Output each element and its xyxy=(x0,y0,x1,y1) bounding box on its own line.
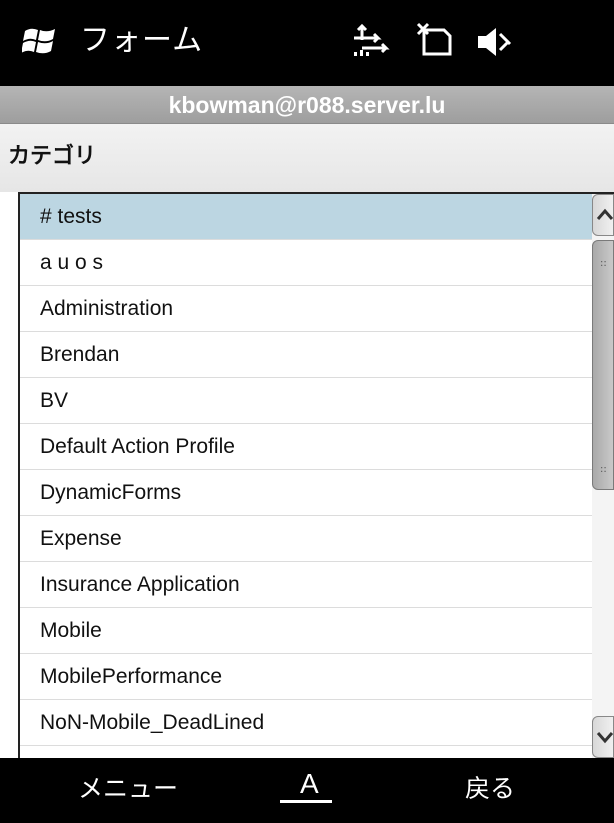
input-panel-button[interactable]: A xyxy=(276,766,336,810)
list-item[interactable]: Mobile xyxy=(20,608,594,654)
account-bar: kbowman@r088.server.lu xyxy=(0,86,614,124)
account-email: kbowman@r088.server.lu xyxy=(168,92,446,118)
list-item[interactable]: Expense xyxy=(20,516,594,562)
sip-underline xyxy=(280,800,332,803)
list-item[interactable]: Insurance Application xyxy=(20,562,594,608)
list-item[interactable]: Administration xyxy=(20,286,594,332)
speaker-muted-icon xyxy=(478,28,512,56)
menu-softkey[interactable]: メニュー xyxy=(78,772,178,806)
list-item[interactable]: MobilePerformance xyxy=(20,654,594,700)
category-list[interactable]: # tests a u o s Administration Brendan B… xyxy=(18,192,614,758)
page-title: カテゴリ xyxy=(8,144,97,169)
scroll-up-button[interactable] xyxy=(592,194,614,236)
title-bar: フォーム xyxy=(0,0,614,86)
list-item[interactable]: # tests xyxy=(20,194,594,240)
no-sim-icon xyxy=(416,22,452,56)
grip-icon: :: xyxy=(600,258,607,269)
connectivity-arrows-icon xyxy=(354,23,390,56)
keyboard-icon: A xyxy=(300,768,319,799)
back-softkey[interactable]: 戻る xyxy=(465,772,515,806)
list-item[interactable]: a u o s xyxy=(20,240,594,286)
scroll-down-button[interactable] xyxy=(592,716,614,758)
list-item[interactable]: DynamicForms xyxy=(20,470,594,516)
list-item[interactable]: NoN-Mobile_DeadLined xyxy=(20,700,594,746)
list-item[interactable]: Brendan xyxy=(20,332,594,378)
windows-flag-icon[interactable] xyxy=(22,23,58,59)
chevron-up-icon xyxy=(596,208,614,220)
grip-icon: :: xyxy=(600,464,607,475)
list-item[interactable]: BV xyxy=(20,378,594,424)
category-header: カテゴリ xyxy=(0,124,614,192)
app-title: フォーム xyxy=(80,23,204,58)
list-scrollbar[interactable]: :: :: xyxy=(592,194,614,758)
list-item[interactable]: Default Action Profile xyxy=(20,424,594,470)
softkey-bar: メニュー A 戻る xyxy=(0,758,614,823)
chevron-down-icon xyxy=(596,732,614,744)
scroll-thumb[interactable]: :: :: xyxy=(592,240,614,490)
